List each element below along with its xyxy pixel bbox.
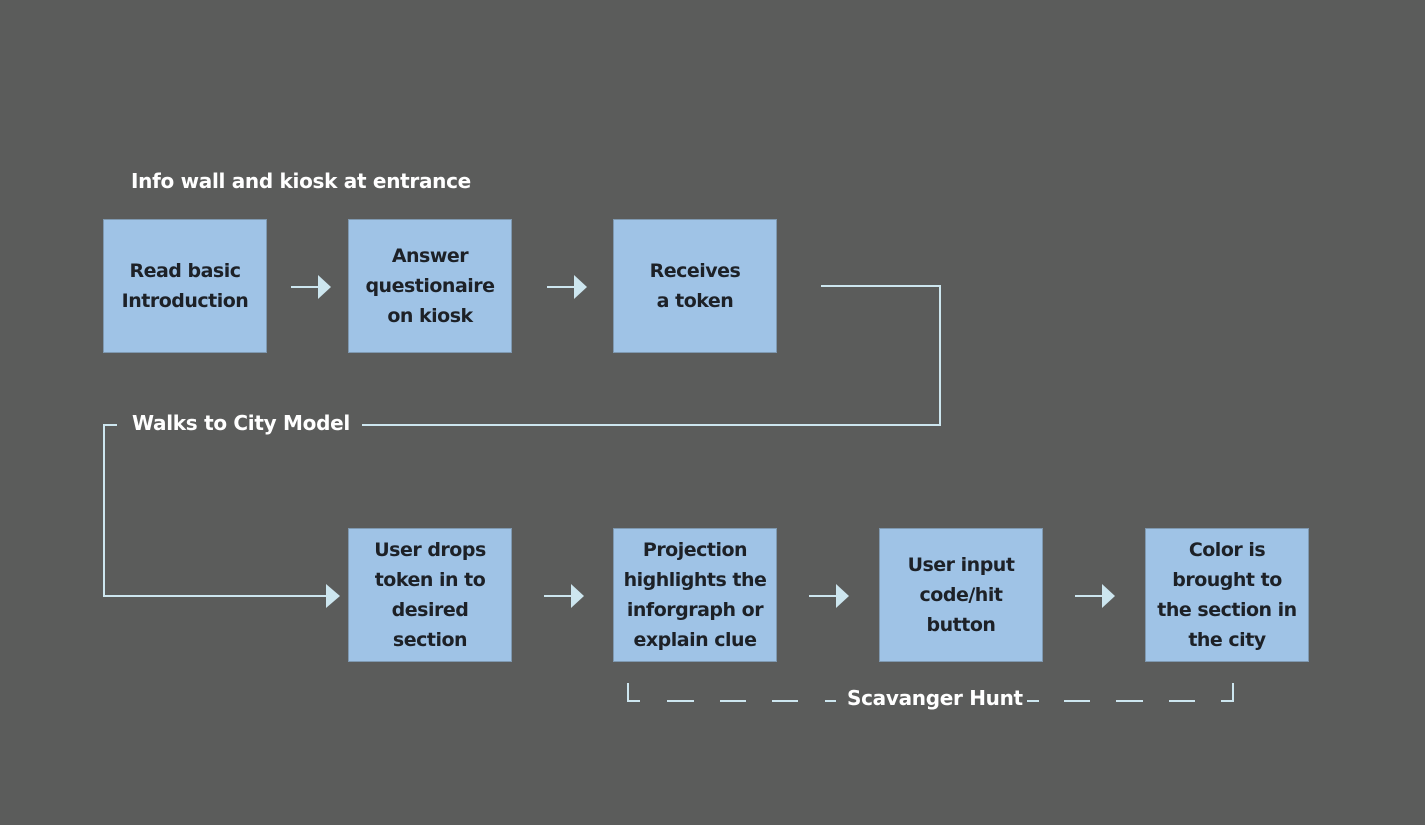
step-text: User drops token in to desired section <box>374 539 486 651</box>
step-drop-token: User drops token in to desired section <box>348 528 512 662</box>
scavenger-hunt-label: Scavanger Hunt <box>847 686 1023 710</box>
step-answer-questionaire: Answer questionaire on kiosk <box>348 219 512 353</box>
step-text: Answer questionaire on kiosk <box>365 245 495 327</box>
arrowhead-icon <box>574 275 587 299</box>
step-text: User input code/hit button <box>907 554 1015 636</box>
step-text: Projection highlights the inforgraph or … <box>623 539 767 651</box>
arrowhead-icon <box>1102 584 1115 608</box>
hunt-bracket-left <box>627 683 640 702</box>
step-color-city: Color is brought to the section in the c… <box>1145 528 1309 662</box>
step-user-input: User input code/hit button <box>879 528 1043 662</box>
step-projection: Projection highlights the inforgraph or … <box>613 528 777 662</box>
arrowhead-icon <box>318 275 331 299</box>
connector-walk-to-drop <box>103 424 326 597</box>
hunt-bracket-right <box>1221 683 1234 702</box>
step-read-intro: Read basic Introduction <box>103 219 267 353</box>
step-receive-token: Receives a token <box>613 219 777 353</box>
arrowhead-icon <box>836 584 849 608</box>
step-text: Read basic Introduction <box>121 260 249 312</box>
walk-section-label: Walks to City Model <box>132 411 350 435</box>
entrance-section-label: Info wall and kiosk at entrance <box>131 169 471 193</box>
step-text: Receives a token <box>649 260 741 312</box>
arrowhead-icon <box>326 584 340 608</box>
step-text: Color is brought to the section in the c… <box>1157 539 1297 651</box>
arrowhead-icon <box>571 584 584 608</box>
